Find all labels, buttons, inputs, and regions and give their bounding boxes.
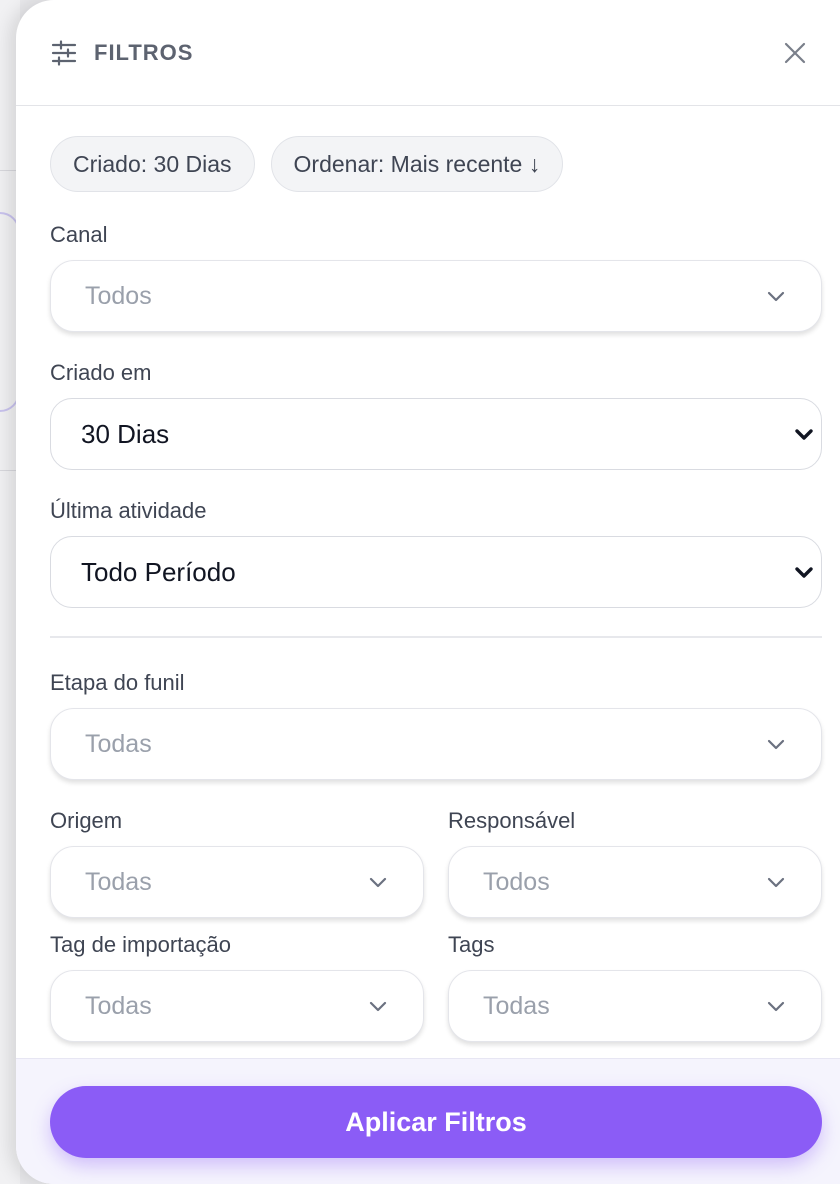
responsavel-value: Todos [483,867,550,896]
criado-em-label: Criado em [50,360,152,385]
etapa-funil-label: Etapa do funil [50,670,185,695]
panel-footer: Aplicar Filtros [16,1058,840,1184]
chevron-down-icon [795,429,813,440]
tags-label: Tags [448,932,495,957]
field-tag-importacao: Tag de importação Todas [50,932,424,1042]
chevron-down-icon [767,1001,785,1012]
filters-panel: FILTROS Criado: 30 Dias Ordenar: Mais re… [16,0,840,1184]
criado-em-value: 30 Dias [81,418,170,449]
field-etapa-funil: Etapa do funil Todas [50,670,822,780]
tag-importacao-select[interactable]: Todas [50,970,424,1042]
apply-filters-button[interactable]: Aplicar Filtros [50,1086,822,1158]
section-divider [50,636,822,638]
canal-value: Todos [85,281,152,310]
responsavel-label: Responsável [448,808,576,833]
field-canal: Canal Todos [50,222,822,332]
origem-label: Origem [50,808,123,833]
field-ultima-atividade: Última atividade Todo Período [50,498,822,608]
chevron-down-icon [767,877,785,888]
etapa-funil-value: Todas [85,729,152,758]
active-filter-chips: Criado: 30 Dias Ordenar: Mais recente ↓ [50,136,822,192]
field-responsavel: Responsável Todos [448,808,822,918]
chevron-down-icon [369,1001,387,1012]
close-icon[interactable] [782,40,808,66]
canal-label: Canal [50,222,108,247]
origem-value: Todas [85,867,152,896]
canal-select[interactable]: Todos [50,260,822,332]
panel-title: FILTROS [94,39,194,65]
tag-importacao-value: Todas [85,991,152,1020]
tag-importacao-label: Tag de importação [50,932,231,957]
chevron-down-icon [795,567,813,578]
ultima-atividade-value: Todo Período [81,556,236,587]
ultima-atividade-select[interactable]: Todo Período [50,536,822,608]
field-tags: Tags Todas [448,932,822,1042]
sliders-icon [51,39,77,66]
panel-header: FILTROS [16,0,840,106]
chevron-down-icon [767,291,785,302]
etapa-funil-select[interactable]: Todas [50,708,822,780]
row-tags: Tag de importação Todas Tags Todas [50,932,822,1070]
responsavel-select[interactable]: Todos [448,846,822,918]
origem-select[interactable]: Todas [50,846,424,918]
ultima-atividade-label: Última atividade [50,498,207,523]
chip-created[interactable]: Criado: 30 Dias [50,136,255,192]
field-origem: Origem Todas [50,808,424,918]
tags-select[interactable]: Todas [448,970,822,1042]
chevron-down-icon [369,877,387,888]
chip-sort[interactable]: Ordenar: Mais recente ↓ [270,136,564,192]
criado-em-select[interactable]: 30 Dias [50,398,822,470]
field-criado-em: Criado em 30 Dias [50,360,822,470]
chevron-down-icon [767,739,785,750]
tags-value: Todas [483,991,550,1020]
row-origem-responsavel: Origem Todas Responsável Todos [50,808,822,946]
